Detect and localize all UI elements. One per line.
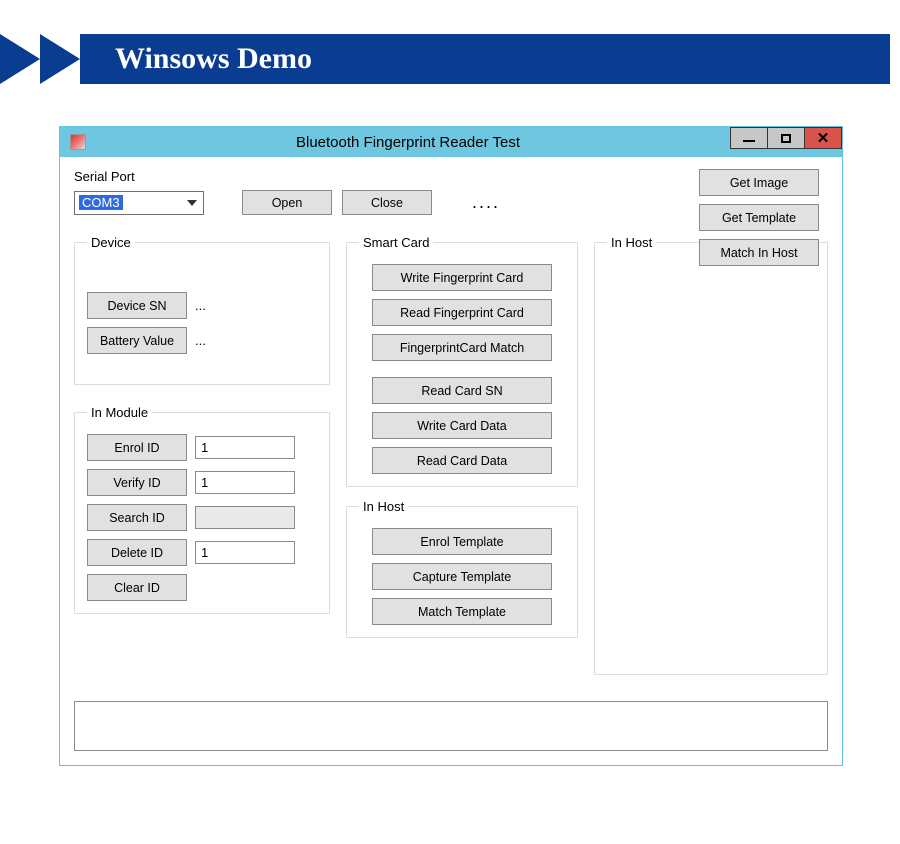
capture-template-button[interactable]: Capture Template — [372, 563, 552, 590]
get-template-button[interactable]: Get Template — [699, 204, 819, 231]
clear-id-button[interactable]: Clear ID — [87, 574, 187, 601]
in-host-center-group: In Host Enrol Template Capture Template … — [346, 499, 578, 638]
serial-port-selected: COM3 — [79, 195, 123, 210]
device-sn-value: ... — [195, 298, 206, 313]
in-host-center-legend: In Host — [359, 499, 408, 514]
app-icon — [70, 134, 86, 150]
device-sn-button[interactable]: Device SN — [87, 292, 187, 319]
delete-id-input[interactable] — [195, 541, 295, 564]
log-textbox[interactable] — [74, 701, 828, 751]
device-group: Device Device SN ... Battery Value ... — [74, 235, 330, 385]
page-banner: Winsows Demo — [0, 24, 900, 94]
banner-bar: Winsows Demo — [80, 34, 890, 84]
enrol-id-button[interactable]: Enrol ID — [87, 434, 187, 461]
in-host-right-group: In Host Get Image Get Template Match In … — [594, 235, 828, 675]
write-card-data-button[interactable]: Write Card Data — [372, 412, 552, 439]
maximize-icon — [781, 134, 791, 143]
app-window: Bluetooth Fingerprint Reader Test ✕ Seri… — [59, 126, 843, 766]
minimize-icon — [743, 140, 755, 142]
enrol-template-button[interactable]: Enrol Template — [372, 528, 552, 555]
device-legend: Device — [87, 235, 135, 250]
verify-id-button[interactable]: Verify ID — [87, 469, 187, 496]
match-in-host-button[interactable]: Match In Host — [699, 239, 819, 266]
status-text: .... — [472, 192, 500, 213]
verify-id-input[interactable] — [195, 471, 295, 494]
arrow-icon — [40, 34, 80, 84]
maximize-button[interactable] — [767, 127, 805, 149]
close-button[interactable]: ✕ — [804, 127, 842, 149]
enrol-id-input[interactable] — [195, 436, 295, 459]
close-button-port[interactable]: Close — [342, 190, 432, 215]
center-column: Smart Card Write Fingerprint Card Read F… — [346, 235, 578, 687]
battery-value: ... — [195, 333, 206, 348]
in-host-right-legend: In Host — [607, 235, 656, 250]
smart-card-legend: Smart Card — [359, 235, 433, 250]
delete-id-button[interactable]: Delete ID — [87, 539, 187, 566]
minimize-button[interactable] — [730, 127, 768, 149]
get-image-button[interactable]: Get Image — [699, 169, 819, 196]
in-module-group: In Module Enrol ID Verify ID Search ID — [74, 405, 330, 614]
window-title: Bluetooth Fingerprint Reader Test — [86, 134, 730, 151]
read-card-data-button[interactable]: Read Card Data — [372, 447, 552, 474]
right-column: In Host Get Image Get Template Match In … — [594, 235, 828, 687]
banner-title: Winsows Demo — [115, 42, 312, 76]
match-template-button[interactable]: Match Template — [372, 598, 552, 625]
chevron-down-icon — [187, 200, 197, 206]
arrow-icon — [0, 34, 40, 84]
open-button[interactable]: Open — [242, 190, 332, 215]
search-id-button[interactable]: Search ID — [87, 504, 187, 531]
write-fp-card-button[interactable]: Write Fingerprint Card — [372, 264, 552, 291]
fp-card-match-button[interactable]: FingerprintCard Match — [372, 334, 552, 361]
titlebar[interactable]: Bluetooth Fingerprint Reader Test ✕ — [60, 127, 842, 157]
main-columns: Device Device SN ... Battery Value ... I… — [74, 235, 828, 687]
serial-port-combo[interactable]: COM3 — [74, 191, 204, 215]
read-fp-card-button[interactable]: Read Fingerprint Card — [372, 299, 552, 326]
smart-card-group: Smart Card Write Fingerprint Card Read F… — [346, 235, 578, 487]
battery-value-button[interactable]: Battery Value — [87, 327, 187, 354]
read-card-sn-button[interactable]: Read Card SN — [372, 377, 552, 404]
search-id-input[interactable] — [195, 506, 295, 529]
left-column: Device Device SN ... Battery Value ... I… — [74, 235, 330, 687]
window-client: Serial Port COM3 Open Close .... Device … — [60, 157, 842, 765]
in-module-legend: In Module — [87, 405, 152, 420]
window-controls: ✕ — [730, 127, 842, 157]
close-icon: ✕ — [817, 131, 830, 146]
